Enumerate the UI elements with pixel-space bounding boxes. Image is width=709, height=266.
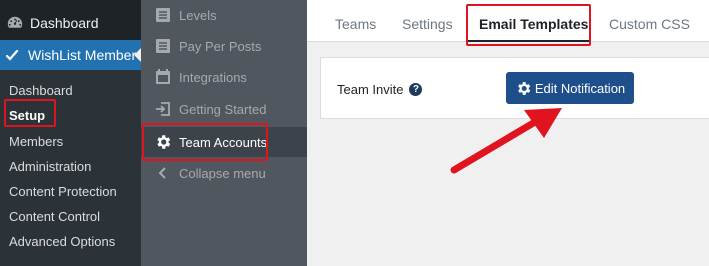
pointer-arrow <box>450 108 562 174</box>
question-circle-icon[interactable]: ? <box>409 83 423 96</box>
setup-highlight-box <box>4 99 56 127</box>
submenu-item-members[interactable]: Members <box>9 134 63 149</box>
enter-icon <box>153 99 173 119</box>
tab-custom-css[interactable]: Custom CSS <box>609 16 690 32</box>
current-menu-notch <box>134 48 141 62</box>
collapse-menu-button[interactable]: Collapse menu <box>141 158 307 188</box>
document-icon <box>153 5 173 25</box>
menu-wishlist-member[interactable]: WishList Member <box>0 40 141 70</box>
setup-item-levels-label: Levels <box>179 7 217 23</box>
submenu-item-administration[interactable]: Administration <box>9 159 91 174</box>
dashboard-gauge-icon <box>6 14 28 32</box>
submenu-item-dashboard[interactable]: Dashboard <box>9 83 73 98</box>
team-invite-row: Team Invite ? <box>337 82 423 97</box>
setup-item-integrations-label: Integrations <box>179 69 247 85</box>
setup-item-pay-per-posts[interactable]: Pay Per Posts <box>141 31 307 61</box>
tab-settings[interactable]: Settings <box>402 16 453 32</box>
setup-item-pay-per-posts-label: Pay Per Posts <box>179 38 262 54</box>
submenu-item-content-protection[interactable]: Content Protection <box>9 184 117 199</box>
admin-sidebar: Dashboard WishList Member Dashboard Setu… <box>0 0 141 266</box>
tab-teams[interactable]: Teams <box>335 16 376 32</box>
chevron-left-icon <box>153 163 173 183</box>
email-templates-highlight-box <box>466 4 591 46</box>
submenu-item-content-control[interactable]: Content Control <box>9 209 100 224</box>
edit-notification-label: Edit Notification <box>534 80 626 96</box>
team-invite-label: Team Invite <box>337 82 404 97</box>
setup-item-levels[interactable]: Levels <box>141 0 307 30</box>
setup-item-integrations[interactable]: Integrations <box>141 62 307 92</box>
collapse-menu-label: Collapse menu <box>179 165 266 181</box>
team-accounts-highlight-box <box>142 123 268 161</box>
edit-notification-button[interactable]: Edit Notification <box>506 72 634 104</box>
menu-dashboard-label: Dashboard <box>30 15 99 31</box>
setup-item-getting-started[interactable]: Getting Started <box>141 94 307 124</box>
menu-dashboard[interactable]: Dashboard <box>0 6 141 40</box>
wishlist-check-icon <box>6 49 28 61</box>
calendar-icon <box>153 67 173 87</box>
gear-icon <box>515 80 532 97</box>
document-icon <box>153 36 173 56</box>
menu-wishlist-member-label: WishList Member <box>28 47 137 63</box>
submenu-item-advanced-options[interactable]: Advanced Options <box>9 234 115 249</box>
setup-item-getting-started-label: Getting Started <box>179 101 267 117</box>
